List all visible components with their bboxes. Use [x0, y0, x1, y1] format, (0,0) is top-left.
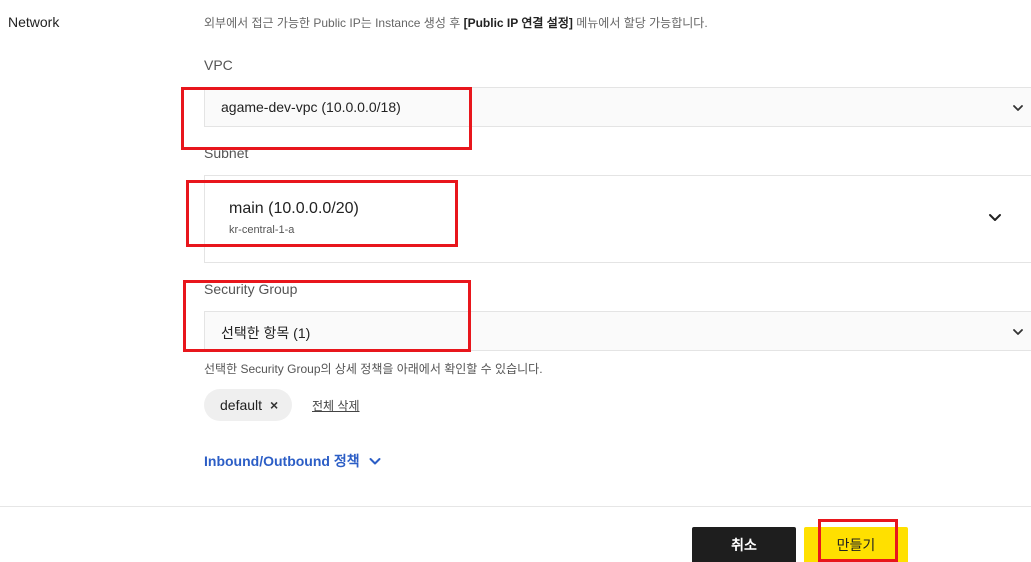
vpc-selected-value: agame-dev-vpc (10.0.0.0/18) — [221, 99, 401, 115]
inbound-outbound-policy-toggle[interactable]: Inbound/Outbound 정책 — [204, 451, 382, 471]
public-ip-info-text: 외부에서 접근 가능한 Public IP는 Instance 생성 후 [Pu… — [204, 14, 708, 31]
clear-all-link[interactable]: 전체 삭제 — [312, 397, 360, 414]
section-label-network: Network — [8, 14, 60, 30]
vpc-label: VPC — [204, 57, 233, 73]
close-icon[interactable]: × — [270, 398, 278, 412]
security-group-select[interactable]: 선택한 항목 (1) — [204, 311, 1031, 351]
chevron-down-icon — [987, 209, 1003, 225]
chip-label: default — [220, 397, 263, 413]
vpc-select[interactable]: agame-dev-vpc (10.0.0.0/18) — [204, 87, 1031, 127]
subnet-label: Subnet — [204, 145, 249, 161]
subnet-name: main (10.0.0.0/20) — [229, 200, 359, 217]
info-prefix: 외부에서 접근 가능한 Public IP는 Instance 생성 후 — [204, 16, 464, 30]
policy-link-label: Inbound/Outbound 정책 — [204, 453, 360, 469]
subnet-select[interactable]: main (10.0.0.0/20) kr-central-1-a — [204, 175, 1031, 263]
security-group-label: Security Group — [204, 281, 298, 297]
create-button[interactable]: 만들기 — [804, 527, 908, 562]
info-bold-menu: [Public IP 연결 설정] — [463, 16, 573, 30]
cancel-button[interactable]: 취소 — [692, 527, 796, 562]
chevron-down-icon — [368, 454, 382, 468]
chevron-down-icon — [1011, 101, 1025, 115]
security-group-chip: default × — [204, 389, 293, 421]
subnet-zone: kr-central-1-a — [229, 224, 295, 236]
info-suffix: 메뉴에서 할당 가능합니다. — [572, 16, 708, 30]
chevron-down-icon — [1011, 325, 1025, 339]
footer-divider — [0, 506, 1031, 507]
security-group-hint: 선택한 Security Group의 상세 정책을 아래에서 확인할 수 있습… — [204, 362, 543, 376]
security-group-selected-value: 선택한 항목 (1) — [221, 325, 311, 341]
